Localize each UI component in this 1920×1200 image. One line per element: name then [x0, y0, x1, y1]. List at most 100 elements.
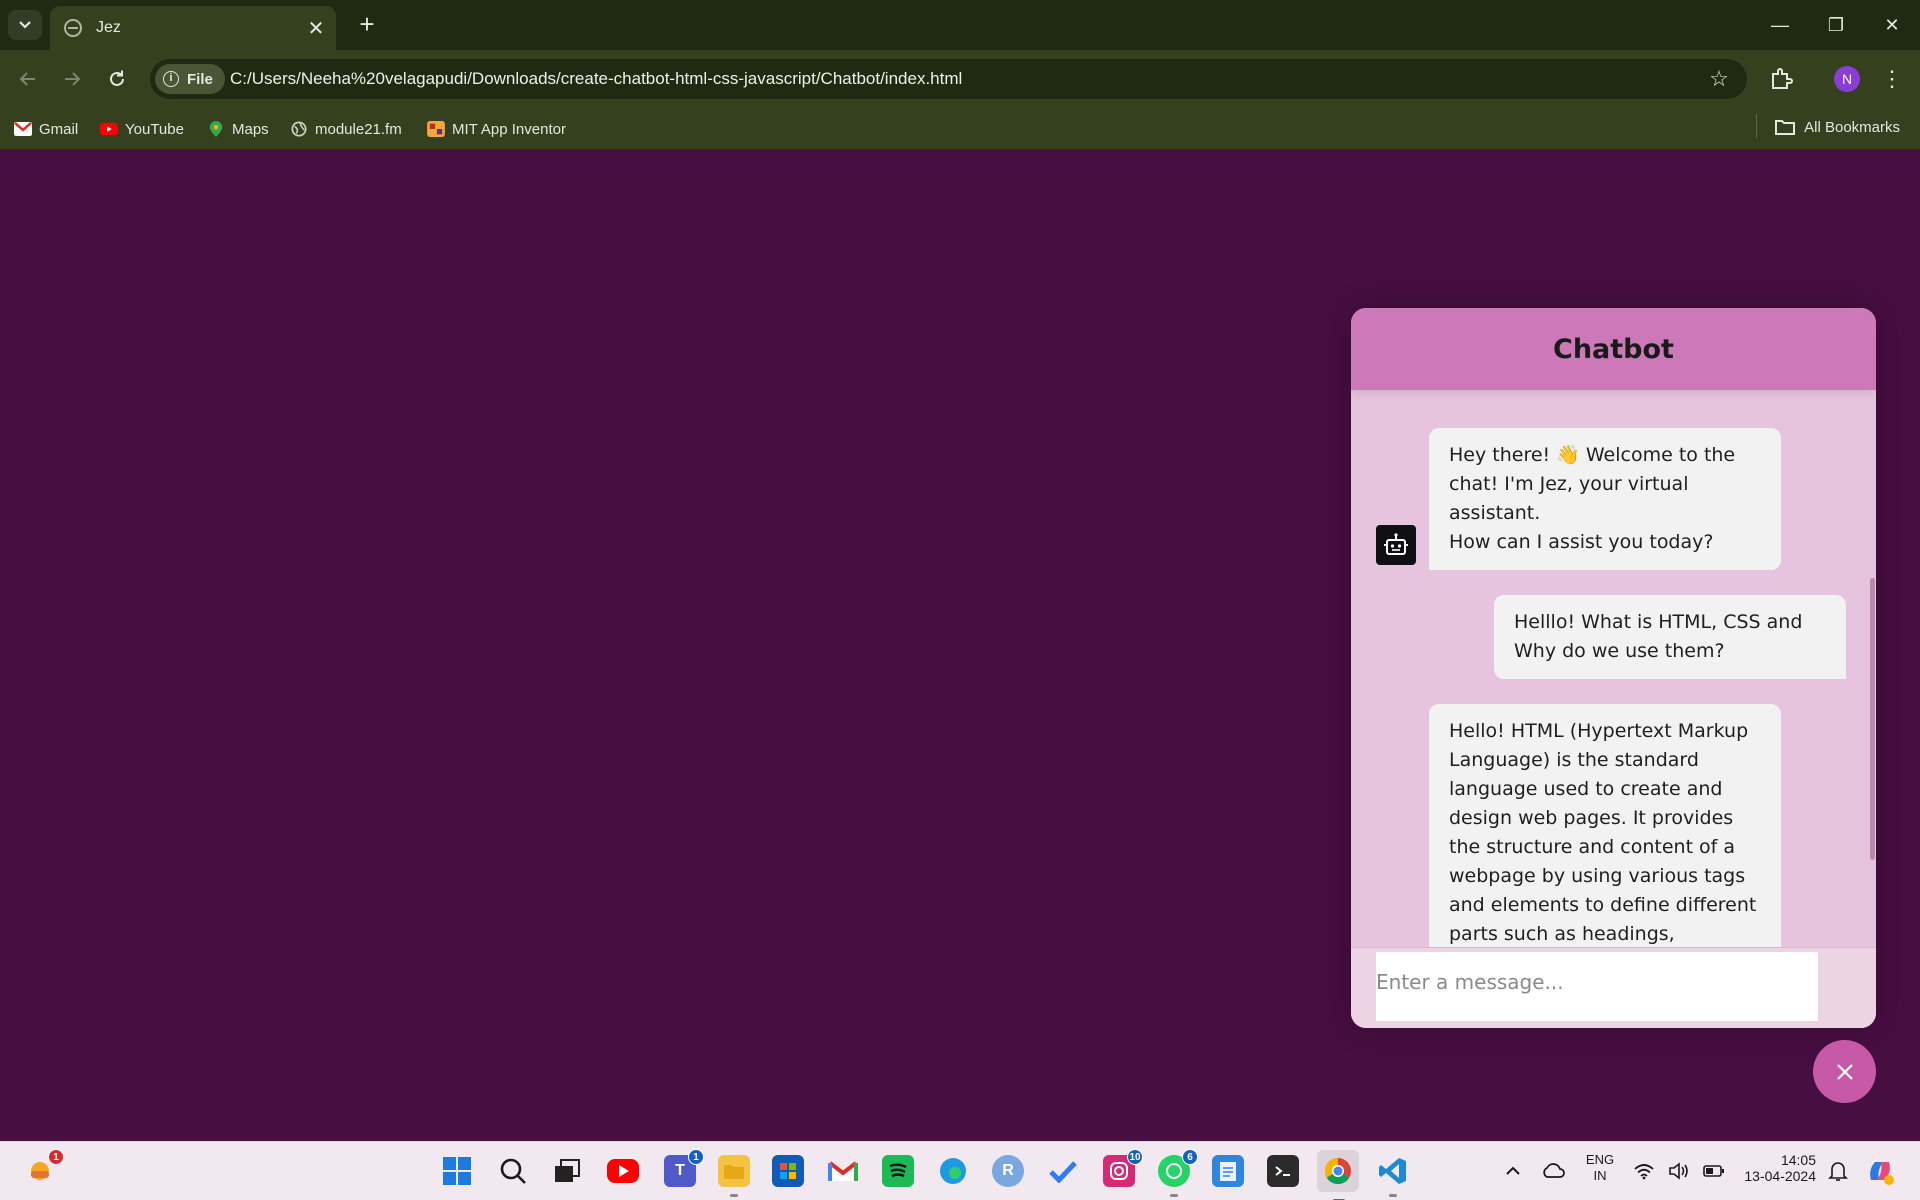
bookmark-maps[interactable]: Maps [207, 118, 269, 140]
bookmark-label: Maps [232, 120, 269, 138]
file-explorer-app[interactable] [718, 1155, 750, 1197]
browser-tab[interactable]: Jez ✕ [50, 6, 336, 50]
chatbot-window: Chatbot Hey there! 👋 Welcome to the chat… [1351, 308, 1876, 1028]
reload-button[interactable] [101, 63, 133, 95]
back-button[interactable] [12, 63, 44, 95]
store-app[interactable] [772, 1155, 804, 1187]
notepad-app[interactable] [1212, 1155, 1244, 1187]
instagram-app[interactable]: 10 [1103, 1149, 1143, 1187]
browser-menu-button[interactable]: ⋮ [1880, 64, 1904, 94]
store-icon [780, 1163, 796, 1179]
checkmark-icon [1049, 1161, 1077, 1183]
terminal-icon [1275, 1166, 1290, 1176]
robot-icon [1376, 525, 1416, 565]
copilot-icon [1870, 1162, 1894, 1185]
task-view-button[interactable] [551, 1155, 583, 1187]
reload-icon [110, 70, 124, 86]
address-bar[interactable]: i File C:/Users/Neeha%20velagapudi/Downl… [150, 59, 1747, 99]
url-text[interactable]: C:/Users/Neeha%20velagapudi/Downloads/cr… [230, 69, 962, 89]
search-icon [500, 1158, 526, 1184]
arrow-left-icon [19, 72, 35, 86]
chrome-app[interactable] [1317, 1150, 1359, 1200]
bookmarks-divider [1756, 114, 1757, 138]
bookmark-gmail[interactable]: Gmail [14, 118, 78, 140]
windows-icon [443, 1157, 471, 1185]
bookmark-youtube[interactable]: YouTube [100, 118, 184, 140]
youtube-icon [619, 1165, 629, 1177]
new-tab-button[interactable]: + [352, 10, 382, 40]
volume-icon [1669, 1162, 1688, 1180]
tab-bar: Jez ✕ + — ❐ ✕ [0, 0, 1920, 50]
gmail-icon [14, 122, 32, 136]
chat-scrollbar[interactable] [1870, 578, 1875, 860]
r-icon: R [1002, 1162, 1014, 1179]
battery-icon [1703, 1165, 1724, 1177]
tab-search-button[interactable] [8, 10, 42, 40]
browser-toolbar: i File C:/Users/Neeha%20velagapudi/Downl… [0, 50, 1920, 108]
chatbot-toggler-button[interactable] [1813, 1040, 1876, 1103]
todo-app[interactable] [1047, 1155, 1079, 1187]
start-button[interactable] [441, 1155, 473, 1187]
chrome-icon [1324, 1157, 1351, 1185]
clock-time: 14:05 [1780, 1152, 1816, 1168]
whatsapp-app[interactable]: 6 [1158, 1149, 1198, 1197]
search-button[interactable] [497, 1155, 529, 1187]
language-indicator[interactable]: ENG IN [1578, 1152, 1622, 1184]
minimize-button[interactable]: — [1752, 0, 1808, 50]
whatsapp-badge: 6 [1182, 1149, 1198, 1165]
terminal-app[interactable] [1267, 1155, 1299, 1187]
bookmark-mit-app-inventor[interactable]: MIT App Inventor [427, 118, 566, 140]
chat-message-incoming: Hello! HTML (Hypertext Markup Language) … [1376, 704, 1846, 947]
taskbar: 1 T 1 R 10 6 ENG IN 14:05 13-04-2024 [0, 1141, 1920, 1200]
weather-widget[interactable]: 1 [24, 1149, 64, 1187]
vscode-app[interactable] [1377, 1155, 1409, 1197]
spotify-app[interactable] [882, 1155, 914, 1187]
app-inventor-icon [427, 121, 445, 137]
teams-app[interactable]: T 1 [664, 1149, 704, 1187]
arrow-right-icon [65, 72, 81, 86]
cloud-icon [1543, 1163, 1565, 1178]
youtube-icon [100, 122, 118, 136]
extensions-icon[interactable] [1766, 64, 1796, 94]
instagram-icon [1110, 1162, 1128, 1180]
whatsapp-icon [1166, 1163, 1182, 1179]
message-text: Hello! HTML (Hypertext Markup Language) … [1429, 704, 1781, 947]
chatbot-header: Chatbot [1351, 308, 1876, 390]
close-window-button[interactable]: ✕ [1864, 0, 1920, 50]
message-input[interactable]: Enter a message... [1376, 952, 1818, 1021]
info-icon: i [163, 71, 179, 87]
quick-settings-button[interactable] [1633, 1155, 1725, 1187]
restore-button[interactable]: ❐ [1808, 0, 1864, 50]
maps-icon [209, 121, 223, 137]
gmail-app[interactable] [827, 1155, 859, 1187]
clock[interactable]: 14:05 13-04-2024 [1734, 1152, 1816, 1184]
profile-avatar[interactable]: N [1834, 66, 1860, 92]
chatbot-title: Chatbot [1553, 333, 1674, 365]
bookmark-label: module21.fm [315, 120, 402, 138]
close-tab-button[interactable]: ✕ [306, 16, 326, 41]
r-app[interactable]: R [992, 1155, 1024, 1187]
active-indicator [730, 1194, 738, 1197]
notepad-icon [1220, 1162, 1236, 1181]
copilot-button[interactable] [1864, 1155, 1896, 1187]
chatbox[interactable]: Hey there! 👋 Welcome to the chat! I'm Je… [1351, 390, 1876, 947]
all-bookmarks-button[interactable]: All Bookmarks [1774, 118, 1900, 136]
globe-icon [291, 121, 307, 137]
forward-button[interactable] [56, 63, 88, 95]
onedrive-button[interactable] [1537, 1155, 1569, 1187]
bookmark-label: YouTube [125, 120, 184, 138]
show-hidden-icons-button[interactable] [1497, 1155, 1529, 1187]
teams-badge: 1 [688, 1149, 704, 1165]
weather-badge: 1 [48, 1149, 64, 1165]
edge-app[interactable] [937, 1155, 969, 1187]
notifications-button[interactable] [1822, 1155, 1854, 1187]
bookmark-star-icon[interactable]: ☆ [1705, 65, 1733, 93]
chevron-down-icon [19, 21, 31, 29]
message-input-placeholder: Enter a message... [1376, 970, 1564, 994]
chevron-up-icon [1506, 1166, 1520, 1175]
wifi-icon [1634, 1164, 1654, 1180]
youtube-app[interactable] [607, 1159, 639, 1183]
bookmark-module21[interactable]: module21.fm [290, 118, 402, 140]
site-info-chip[interactable]: i File [155, 64, 225, 94]
tab-title: Jez [96, 19, 121, 36]
